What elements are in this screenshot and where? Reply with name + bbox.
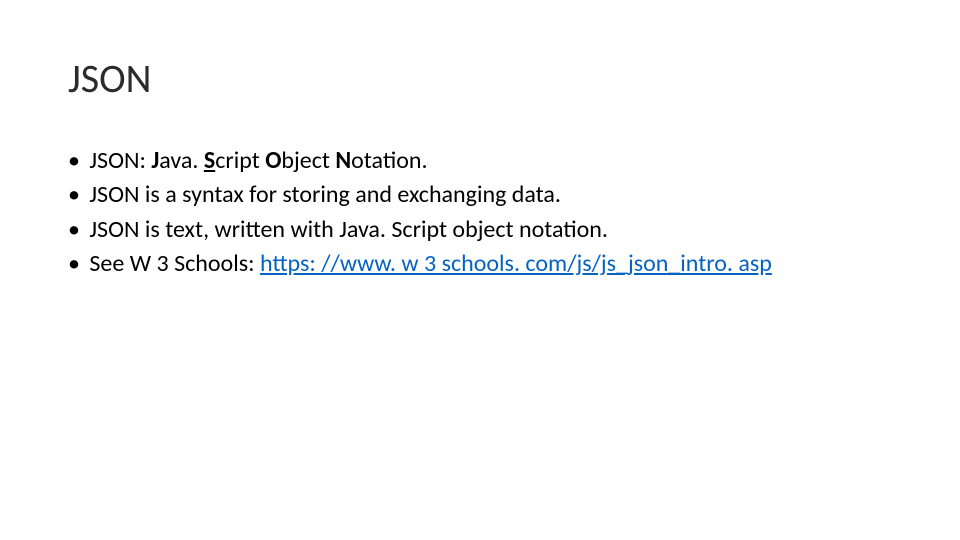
bullet-text-part: ava.: [159, 146, 204, 175]
bullet-text-part: JSON: [89, 146, 139, 175]
bullet-text-part: :: [139, 146, 151, 175]
bullet-text-part: cript: [215, 146, 265, 175]
bullet-text-part: See W 3 Schools:: [89, 249, 260, 278]
w3schools-link[interactable]: https: //www. w 3 schools. com/js/js_jso…: [260, 249, 772, 278]
bullet-text-part: bject: [281, 146, 335, 175]
bullet-marker: •: [68, 249, 80, 278]
slide: JSON • JSON: Java. Script Object Notatio…: [0, 0, 960, 540]
bullet-text-part: N: [335, 146, 351, 175]
bullet-marker: •: [68, 215, 80, 244]
bullet-marker: •: [68, 146, 80, 175]
bullet-text-part: S: [204, 146, 215, 175]
bullet-marker: •: [68, 180, 80, 209]
bullet-text-part: otation.: [351, 146, 427, 175]
bullet-text-part: O: [265, 146, 281, 175]
slide-content: • JSON: Java. Script Object Notation. • …: [68, 145, 892, 281]
slide-title: JSON: [68, 54, 892, 103]
bullet-text-part: JSON is a syntax for storing and exchang…: [89, 180, 561, 209]
bullet-item: • JSON is a syntax for storing and excha…: [68, 179, 892, 211]
bullet-item: • See W 3 Schools: https: //www. w 3 sch…: [68, 248, 892, 280]
bullet-item: • JSON: Java. Script Object Notation.: [68, 145, 892, 177]
bullet-text-part: JSON is text, written with Java. Script …: [89, 215, 608, 244]
bullet-item: • JSON is text, written with Java. Scrip…: [68, 214, 892, 246]
